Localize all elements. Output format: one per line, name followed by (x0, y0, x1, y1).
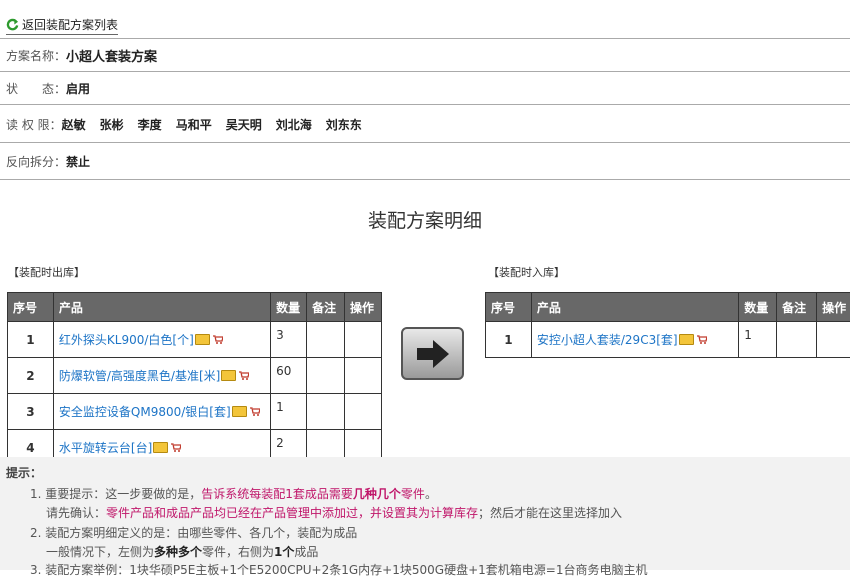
action-cell[interactable] (345, 322, 382, 358)
tip-highlight: 告诉系统每装配1套成品需要 (201, 487, 353, 501)
readers-row: 读 权 限： 赵敏 张彬 李度 马和平 吴天明 刘北海 刘东东 (0, 104, 850, 143)
table-row: 1 安控小超人套装/29C3[套] 1 (486, 322, 850, 358)
table-row: 1 红外探头KL900/白色[个] 3 (8, 322, 382, 358)
tip-highlight-bold: 几种几个 (353, 487, 401, 501)
reader-name: 赵敏 (62, 116, 86, 133)
folder-icon[interactable] (221, 370, 236, 381)
remark-cell (307, 322, 345, 358)
product-cell: 红外探头KL900/白色[个] (53, 322, 270, 358)
tip-text: 。 (425, 487, 437, 501)
tips-heading: 提示： (6, 464, 42, 481)
qty-cell: 60 (271, 358, 307, 394)
tip-text: 1. 重要提示：这一步要做的是， (30, 487, 201, 501)
arrow-right-icon (413, 338, 453, 370)
qty-cell: 1 (739, 322, 777, 358)
row-no: 2 (8, 358, 54, 394)
tip-text: 一般情况下，左侧为 (46, 545, 154, 559)
reader-name: 吴天明 (226, 116, 262, 133)
product-link[interactable]: 安控小超人套装/29C3[套] (537, 333, 678, 347)
table-header-row: 序号 产品 数量 备注 操作 (486, 293, 850, 322)
tip-text: ；然后才能在这里选择加入 (478, 506, 622, 520)
col-header-product: 产品 (531, 293, 738, 322)
product-cell: 安全监控设备QM9800/银白[套] (53, 394, 270, 430)
back-to-list-link[interactable]: 返回装配方案列表 (6, 16, 118, 35)
row-no: 1 (486, 322, 532, 358)
tip-text: 请先确认： (46, 506, 106, 520)
back-arrow-icon (6, 18, 19, 31)
row-no: 3 (8, 394, 54, 430)
readers-label: 读 权 限： (0, 116, 62, 133)
product-cell: 安控小超人套装/29C3[套] (531, 322, 738, 358)
assemble-arrow-button[interactable] (401, 327, 464, 380)
tip-highlight: 零件产品和成品产品均已经在产品管理中添加过，并设置其为计算库存 (106, 506, 478, 520)
folder-icon[interactable] (153, 442, 168, 453)
tip-line-3: 2. 装配方案明细定义的是：由哪些零件、各几个，装配为成品 (30, 524, 357, 541)
scheme-name-value: 小超人套装方案 (66, 46, 157, 65)
product-link[interactable]: 水平旋转云台[台] (59, 441, 152, 455)
in-table: 序号 产品 数量 备注 操作 1 安控小超人套装/29C3[套] 1 (485, 292, 850, 358)
folder-icon[interactable] (195, 334, 210, 345)
status-row: 状 态： 启用 (0, 71, 850, 105)
tips-panel: 提示： 1. 重要提示：这一步要做的是，告诉系统每装配1套成品需要几种几个零件。… (0, 457, 850, 570)
status-label: 状 态： (0, 80, 66, 97)
table-row: 2 防爆软管/高强度黑色/基准[米] 60 (8, 358, 382, 394)
tip-bold: 多种多个 (154, 545, 202, 559)
reader-name: 刘北海 (276, 116, 312, 133)
tip-line-2: 请先确认：零件产品和成品产品均已经在产品管理中添加过，并设置其为计算库存；然后才… (46, 504, 622, 521)
action-cell[interactable] (817, 322, 850, 358)
tip-bold: 1个 (274, 545, 294, 559)
col-header-no: 序号 (8, 293, 54, 322)
tip-line-1: 1. 重要提示：这一步要做的是，告诉系统每装配1套成品需要几种几个零件。 (30, 485, 437, 502)
tip-text: 成品 (294, 545, 318, 559)
remark-cell (307, 394, 345, 430)
table-row: 3 安全监控设备QM9800/银白[套] 1 (8, 394, 382, 430)
reverse-split-label: 反向拆分： (0, 153, 66, 170)
reverse-split-row: 反向拆分： 禁止 (0, 142, 850, 180)
col-header-action: 操作 (817, 293, 850, 322)
tip-text: 零件，右侧为 (202, 545, 274, 559)
reverse-split-value: 禁止 (66, 153, 90, 170)
cart-icon[interactable] (697, 335, 707, 344)
table-header-row: 序号 产品 数量 备注 操作 (8, 293, 382, 322)
qty-cell: 3 (271, 322, 307, 358)
col-header-qty: 数量 (739, 293, 777, 322)
col-header-remark: 备注 (777, 293, 817, 322)
scheme-name-label: 方案名称： (0, 47, 66, 64)
cart-icon[interactable] (213, 335, 223, 344)
product-cell: 防爆软管/高强度黑色/基准[米] (53, 358, 270, 394)
action-cell[interactable] (345, 394, 382, 430)
reader-name: 刘东东 (326, 116, 362, 133)
out-table: 序号 产品 数量 备注 操作 1 红外探头KL900/白色[个] 3 2 防爆软… (7, 292, 382, 466)
row-no: 1 (8, 322, 54, 358)
back-link-label: 返回装配方案列表 (22, 16, 118, 33)
col-header-remark: 备注 (307, 293, 345, 322)
qty-cell: 1 (271, 394, 307, 430)
product-link[interactable]: 安全监控设备QM9800/银白[套] (59, 405, 231, 419)
tip-highlight: 零件 (401, 487, 425, 501)
reader-name: 张彬 (100, 116, 124, 133)
product-link[interactable]: 防爆软管/高强度黑色/基准[米] (59, 369, 220, 383)
out-table-caption: 【装配时出库】 (8, 264, 85, 280)
cart-icon[interactable] (239, 371, 249, 380)
reader-name: 马和平 (176, 116, 212, 133)
col-header-no: 序号 (486, 293, 532, 322)
reader-name: 李度 (138, 116, 162, 133)
remark-cell (777, 322, 817, 358)
scheme-name-row: 方案名称： 小超人套装方案 (0, 38, 850, 72)
tip-line-4: 一般情况下，左侧为多种多个零件，右侧为1个成品 (46, 543, 318, 560)
col-header-product: 产品 (53, 293, 270, 322)
in-table-caption: 【装配时入库】 (488, 264, 565, 280)
remark-cell (307, 358, 345, 394)
action-cell[interactable] (345, 358, 382, 394)
col-header-action: 操作 (345, 293, 382, 322)
col-header-qty: 数量 (271, 293, 307, 322)
product-link[interactable]: 红外探头KL900/白色[个] (59, 333, 194, 347)
detail-title: 装配方案明细 (0, 206, 850, 233)
folder-icon[interactable] (232, 406, 247, 417)
folder-icon[interactable] (679, 334, 694, 345)
status-value: 启用 (66, 80, 90, 97)
cart-icon[interactable] (250, 407, 260, 416)
cart-icon[interactable] (171, 443, 181, 452)
